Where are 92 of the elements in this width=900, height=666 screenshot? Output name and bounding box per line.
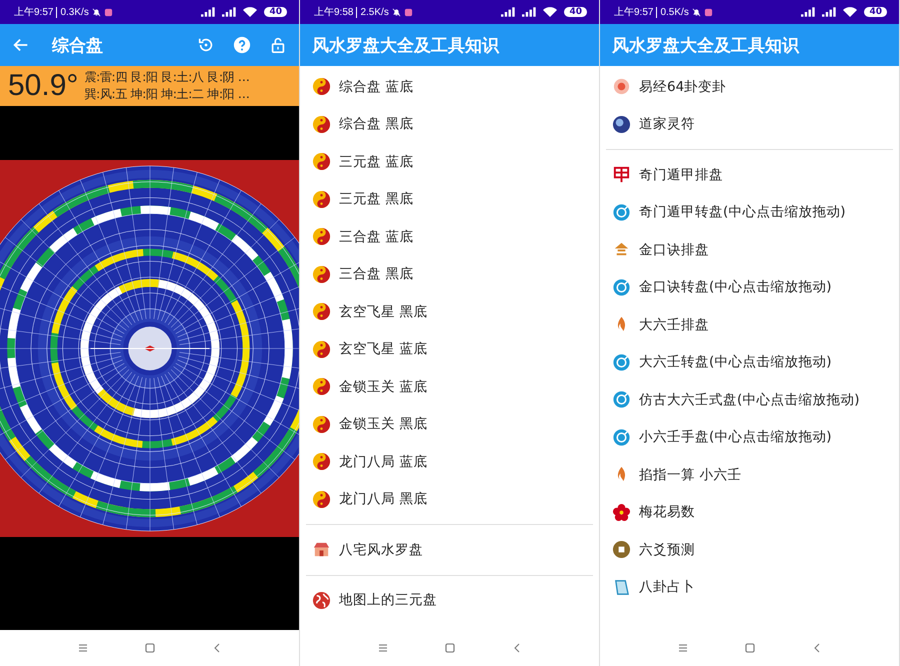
mute-icon	[692, 8, 701, 16]
signal-icon	[201, 7, 216, 17]
menu-item[interactable]: 三合盘 黑底	[339, 265, 414, 284]
menu-item[interactable]: 金锁玉关 蓝底	[339, 378, 428, 396]
menu-item[interactable]: 金锁玉关 黑底	[339, 415, 428, 434]
network-speed: 2.5K/s	[356, 6, 389, 18]
status-time: 上午9:57	[614, 6, 654, 19]
menu-item[interactable]: 奇门遁甲排盘	[639, 166, 723, 184]
menu-item[interactable]: 小六壬手盘(中心点击缩放拖动)	[639, 428, 832, 446]
app-notification-icon	[704, 8, 713, 16]
taiji-icon	[312, 490, 331, 509]
sun-icon	[612, 77, 631, 96]
signal-icon	[801, 7, 816, 17]
home-icon[interactable]	[444, 642, 456, 654]
back-icon[interactable]	[12, 36, 30, 54]
taiji-icon	[312, 377, 331, 396]
menu-item[interactable]: 龙门八局 黑底	[339, 490, 428, 508]
target-icon	[612, 390, 631, 410]
battery-indicator: 40	[564, 7, 587, 17]
signal-icon	[522, 7, 538, 17]
menu-item[interactable]: 金口诀转盘(中心点击缩放拖动)	[639, 278, 832, 296]
menu-icon[interactable]	[76, 642, 88, 654]
trigram-reading: 震:雷:四 艮:阳 艮:土:八 艮:阴 …	[84, 69, 250, 86]
app-title: 风水罗盘大全及工具知识	[612, 34, 799, 56]
battery-indicator: 40	[864, 7, 887, 17]
coin-icon	[612, 540, 631, 560]
app-title: 风水罗盘大全及工具知识	[312, 34, 499, 56]
menu-item[interactable]: 三元盘 黑底	[339, 190, 414, 208]
menu-item[interactable]: 大六壬排盘	[639, 316, 709, 334]
battery-indicator: 40	[264, 7, 287, 17]
menu-icon[interactable]	[676, 642, 688, 654]
menu-item[interactable]: 玄空飞星 蓝底	[339, 340, 428, 358]
menu-item[interactable]: 易经64卦变卦	[639, 78, 726, 96]
menu-item[interactable]: 三元盘 蓝底	[339, 152, 414, 171]
menu-item[interactable]: 仿古大六壬式盘(中心点击缩放拖动)	[639, 390, 860, 409]
network-speed: 0.5K/s	[656, 6, 689, 18]
app-notification-icon	[104, 8, 113, 16]
taiji-icon	[312, 190, 331, 209]
menu-item[interactable]: 梅花易数	[639, 503, 695, 522]
target-icon	[612, 352, 631, 372]
home-icon[interactable]	[144, 642, 156, 654]
seal-icon	[612, 165, 631, 184]
wifi-icon	[243, 7, 258, 17]
menu-item[interactable]: 大六壬转盘(中心点击缩放拖动)	[639, 353, 832, 372]
signal-icon	[822, 7, 838, 17]
menu-item[interactable]: 三合盘 蓝底	[339, 228, 414, 246]
taiji-icon	[312, 302, 331, 322]
mute-icon	[92, 8, 101, 16]
trigram-reading: 巽:风:五 坤:阳 坤:土:二 坤:阳 …	[84, 86, 250, 103]
menu-item[interactable]: 奇门遁甲转盘(中心点击缩放拖动)	[639, 203, 846, 222]
taiji-icon	[312, 227, 331, 246]
menu-item[interactable]: 六爻预测	[639, 540, 695, 559]
taiji-icon	[312, 114, 331, 134]
menu-item[interactable]: 八卦占卜	[639, 578, 695, 596]
menu-item[interactable]: 地图上的三元盘	[339, 591, 437, 610]
taiji-icon	[312, 340, 331, 359]
app-notification-icon	[404, 8, 413, 16]
status-time: 上午9:57	[14, 6, 54, 19]
signal-icon	[222, 7, 238, 17]
book-icon	[612, 578, 631, 597]
lock-icon[interactable]	[269, 36, 287, 54]
menu-item[interactable]: 掐指一算 小六壬	[639, 466, 742, 484]
target-icon	[612, 278, 631, 297]
menu-item[interactable]: 道家灵符	[639, 115, 695, 134]
refresh-icon[interactable]	[197, 36, 215, 54]
globe-icon	[312, 590, 331, 610]
target-icon	[612, 428, 631, 447]
menu-item[interactable]: 综合盘 黑底	[339, 115, 414, 134]
menu-item[interactable]: 金口诀排盘	[639, 240, 709, 259]
menu-item[interactable]: 玄空飞星 黑底	[339, 302, 428, 321]
taiji-icon	[312, 452, 331, 472]
orb-icon	[612, 114, 631, 134]
network-speed: 0.3K/s	[56, 6, 89, 18]
plum-icon	[612, 502, 631, 522]
taiji-icon	[312, 414, 331, 434]
menu-icon[interactable]	[376, 642, 388, 654]
mute-icon	[392, 8, 401, 16]
home-icon[interactable]	[744, 642, 756, 654]
taiji-icon	[312, 77, 331, 96]
status-time: 上午9:58	[314, 6, 354, 19]
menu-item[interactable]: 八宅风水罗盘	[339, 540, 423, 559]
wifi-icon	[543, 7, 558, 17]
taiji-icon	[312, 152, 331, 172]
taiji-icon	[312, 264, 331, 284]
menu-item[interactable]: 龙门八局 蓝底	[339, 452, 428, 471]
menu-item[interactable]: 综合盘 蓝底	[339, 78, 414, 96]
target-icon	[612, 202, 631, 222]
app-title: 综合盘	[52, 34, 103, 56]
wifi-icon	[843, 7, 858, 17]
heading-degrees: 50.9°	[8, 69, 78, 103]
help-icon[interactable]	[233, 36, 251, 54]
signal-icon	[501, 7, 516, 17]
